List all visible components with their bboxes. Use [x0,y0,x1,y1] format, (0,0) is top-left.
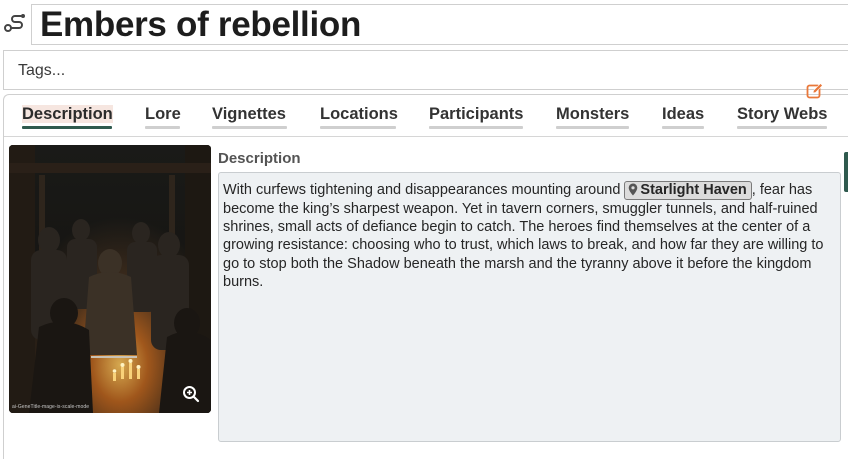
tab-label: Story Webs [737,105,828,123]
location-link[interactable]: Starlight Haven [624,181,752,200]
tab-participants[interactable]: Participants [429,104,523,132]
tab-underline [429,126,523,129]
tab-label: Ideas [662,105,705,123]
tab-label: Locations [320,105,398,123]
tab-bar: Description Lore Vignettes Locations Par… [4,95,848,137]
tab-underline [320,126,396,129]
tab-label: Vignettes [212,105,286,123]
scenario-image[interactable]: ai-GeneTitle-mage-is-scale-mode [9,145,211,413]
side-handle[interactable] [844,152,848,192]
tab-underline [212,126,287,129]
tab-ideas[interactable]: Ideas [662,104,704,132]
content-panel: Description Lore Vignettes Locations Par… [3,94,848,459]
tab-label: Monsters [556,105,630,123]
description-text: With curfews tightening and disappearanc… [223,181,835,291]
description-field[interactable]: With curfews tightening and disappearanc… [218,172,841,442]
tags-placeholder: Tags... [18,62,66,79]
zoom-in-icon[interactable] [182,385,200,403]
tab-story-webs[interactable]: Story Webs [737,104,827,132]
tab-vignettes[interactable]: Vignettes [212,104,287,132]
tags-input[interactable]: Tags... [3,50,848,90]
tab-description[interactable]: Description [22,104,113,132]
scenario-artwork [9,145,211,413]
description-text-before: With curfews tightening and disappearanc… [223,182,625,198]
page-title: Embers of rebellion [40,5,362,44]
tab-monsters[interactable]: Monsters [556,104,629,132]
tab-underline [556,126,629,129]
description-heading: Description [218,150,301,167]
tab-underline [662,126,704,129]
location-link-label: Starlight Haven [640,182,747,198]
image-caption: ai-GeneTitle-mage-is-scale-mode [12,404,90,410]
tab-label: Lore [145,105,181,123]
title-field[interactable]: Embers of rebellion [31,4,848,45]
tab-label: Participants [429,105,524,123]
edit-icon[interactable] [806,82,824,100]
quest-path-icon [4,14,25,32]
tab-locations[interactable]: Locations [320,104,398,132]
tab-underline [145,126,180,129]
tab-label: Description [22,105,113,123]
tab-lore[interactable]: Lore [145,104,181,132]
title-row: Embers of rebellion [0,0,848,46]
tab-underline [737,126,827,129]
map-pin-icon [629,183,638,196]
tab-underline [22,126,112,129]
